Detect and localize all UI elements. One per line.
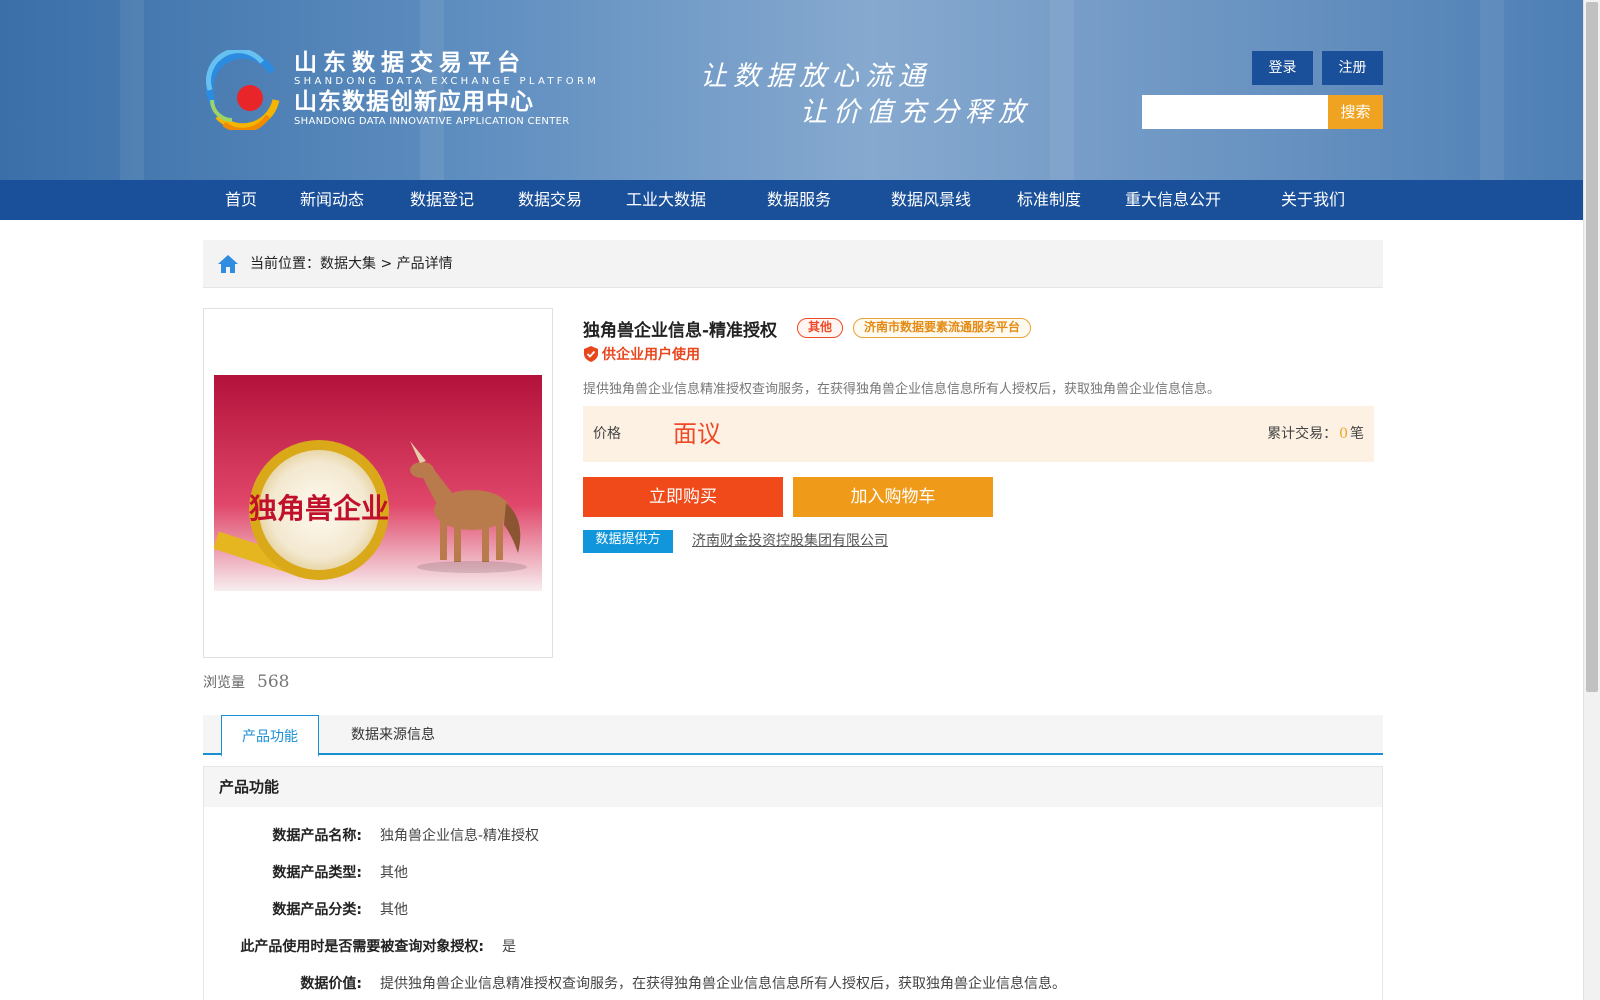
nav-item-data-services[interactable]: 数据服务 (767, 180, 831, 220)
detail-key: 数据产品名称: (272, 828, 362, 844)
trade-count-label: 累计交易： (1267, 426, 1338, 442)
detail-key: 此产品使用时是否需要被查询对象授权: (240, 939, 484, 955)
tab-product-function[interactable]: 产品功能 (221, 715, 319, 757)
page-scrollbar[interactable] (1583, 0, 1600, 1000)
product-description: 提供独角兽企业信息精准授权查询服务，在获得独角兽企业信息信息所有人授权后，获取独… (583, 382, 1221, 397)
detail-key: 数据产品类型: (272, 865, 362, 881)
header-decoration (120, 0, 144, 180)
platform-logo[interactable] (202, 50, 284, 130)
detail-row: 数据产品类型: 其他 (204, 862, 408, 882)
trade-count-unit: 笔 (1350, 426, 1364, 442)
nav-item-data-scenery[interactable]: 数据风景线 (891, 180, 971, 220)
shield-check-icon (584, 346, 598, 362)
nav-item-industrial-big-data[interactable]: 工业大数据 (626, 180, 706, 220)
header-decoration (1050, 0, 1074, 180)
nav-item-news[interactable]: 新闻动态 (300, 180, 364, 220)
trade-count: 累计交易： 0 笔 (1267, 406, 1364, 462)
product-type-tag: 其他 (797, 318, 844, 338)
nav-item-about[interactable]: 关于我们 (1281, 180, 1345, 220)
product-image-caption: 独角兽企业 (249, 492, 389, 525)
detail-value: 独角兽企业信息-精准授权 (380, 828, 540, 844)
brand-name-en: SHANDONG DATA EXCHANGE PLATFORM (294, 76, 600, 87)
section-title: 产品功能 (204, 767, 1382, 807)
main-nav: 首页 新闻动态 数据登记 数据交易 工业大数据 数据服务 数据风景线 标准制度 … (0, 180, 1583, 220)
detail-row: 数据价值: 提供独角兽企业信息精准授权查询服务，在获得独角兽企业信息信息所有人授权… (204, 973, 1066, 993)
tab-data-source[interactable]: 数据来源信息 (333, 715, 453, 755)
slogan-line-2: 让价值充分释放 (800, 97, 1031, 128)
site-header: 山东数据交易平台 SHANDONG DATA EXCHANGE PLATFORM… (0, 0, 1583, 180)
detail-value: 其他 (380, 865, 408, 881)
trade-count-value: 0 (1339, 426, 1348, 442)
center-name-en: SHANDONG DATA INNOVATIVE APPLICATION CEN… (294, 116, 570, 127)
brand-text: 山东数据交易平台 SHANDONG DATA EXCHANGE PLATFORM… (294, 50, 599, 128)
price-box: 价格 面议 累计交易： 0 笔 (583, 406, 1374, 462)
price-value: 面议 (673, 420, 721, 448)
detail-tabs: 产品功能 数据来源信息 (203, 715, 1383, 757)
detail-row: 数据产品分类: 其他 (204, 899, 408, 919)
view-count-value: 568 (257, 672, 290, 692)
detail-value: 其他 (380, 902, 408, 918)
home-icon[interactable] (217, 254, 239, 274)
nav-item-data-registration[interactable]: 数据登记 (410, 180, 474, 220)
audience-text: 供企业用户使用 (602, 347, 700, 363)
view-count-label: 浏览量 (203, 675, 245, 691)
brand-name-cn: 山东数据交易平台 (294, 50, 526, 76)
breadcrumb-text: 当前位置：数据大集 > 产品详情 (250, 256, 453, 272)
audience-badge: 供企业用户使用 (584, 344, 700, 364)
detail-value: 提供独角兽企业信息精准授权查询服务，在获得独角兽企业信息信息所有人授权后，获取独… (380, 976, 1066, 992)
header-decoration (1480, 0, 1504, 180)
price-label: 价格 (593, 426, 621, 442)
register-button[interactable]: 注册 (1322, 51, 1383, 85)
detail-row: 数据产品名称: 独角兽企业信息-精准授权 (204, 825, 539, 845)
nav-item-standards[interactable]: 标准制度 (1017, 180, 1081, 220)
page: 山东数据交易平台 SHANDONG DATA EXCHANGE PLATFORM… (0, 0, 1600, 1000)
view-count: 浏览量 568 (203, 672, 289, 692)
detail-key: 数据产品分类: (272, 902, 362, 918)
nav-item-data-trading[interactable]: 数据交易 (518, 180, 582, 220)
detail-row: 此产品使用时是否需要被查询对象授权: 是 (204, 936, 516, 956)
product-function-section: 产品功能 数据产品名称: 独角兽企业信息-精准授权 数据产品类型: 其他 数据产品分… (203, 766, 1383, 1000)
product-image-frame: 独角兽企业 (203, 308, 553, 658)
nav-item-disclosure[interactable]: 重大信息公开 (1125, 180, 1221, 220)
search-input[interactable] (1142, 95, 1328, 129)
nav-item-home[interactable]: 首页 (225, 180, 257, 220)
search-button[interactable]: 搜索 (1328, 95, 1383, 129)
login-button[interactable]: 登录 (1252, 51, 1313, 85)
platform-tag: 济南市数据要素流通服务平台 (853, 318, 1032, 338)
provider-label: 数据提供方 (583, 530, 673, 553)
slogan-line-1: 让数据放心流通 (700, 61, 931, 92)
provider-link[interactable]: 济南财金投资控股集团有限公司 (692, 530, 888, 550)
scrollbar-thumb[interactable] (1586, 2, 1598, 692)
detail-value: 是 (502, 939, 516, 955)
add-to-cart-button[interactable]: 加入购物车 (793, 477, 993, 517)
buy-now-button[interactable]: 立即购买 (583, 477, 783, 517)
center-name-cn: 山东数据创新应用中心 (294, 89, 534, 115)
breadcrumb: 当前位置：数据大集 > 产品详情 (203, 240, 1383, 288)
product-title: 独角兽企业信息-精准授权 (583, 321, 778, 341)
product-image: 独角兽企业 (214, 375, 542, 591)
detail-key: 数据价值: (300, 976, 362, 992)
